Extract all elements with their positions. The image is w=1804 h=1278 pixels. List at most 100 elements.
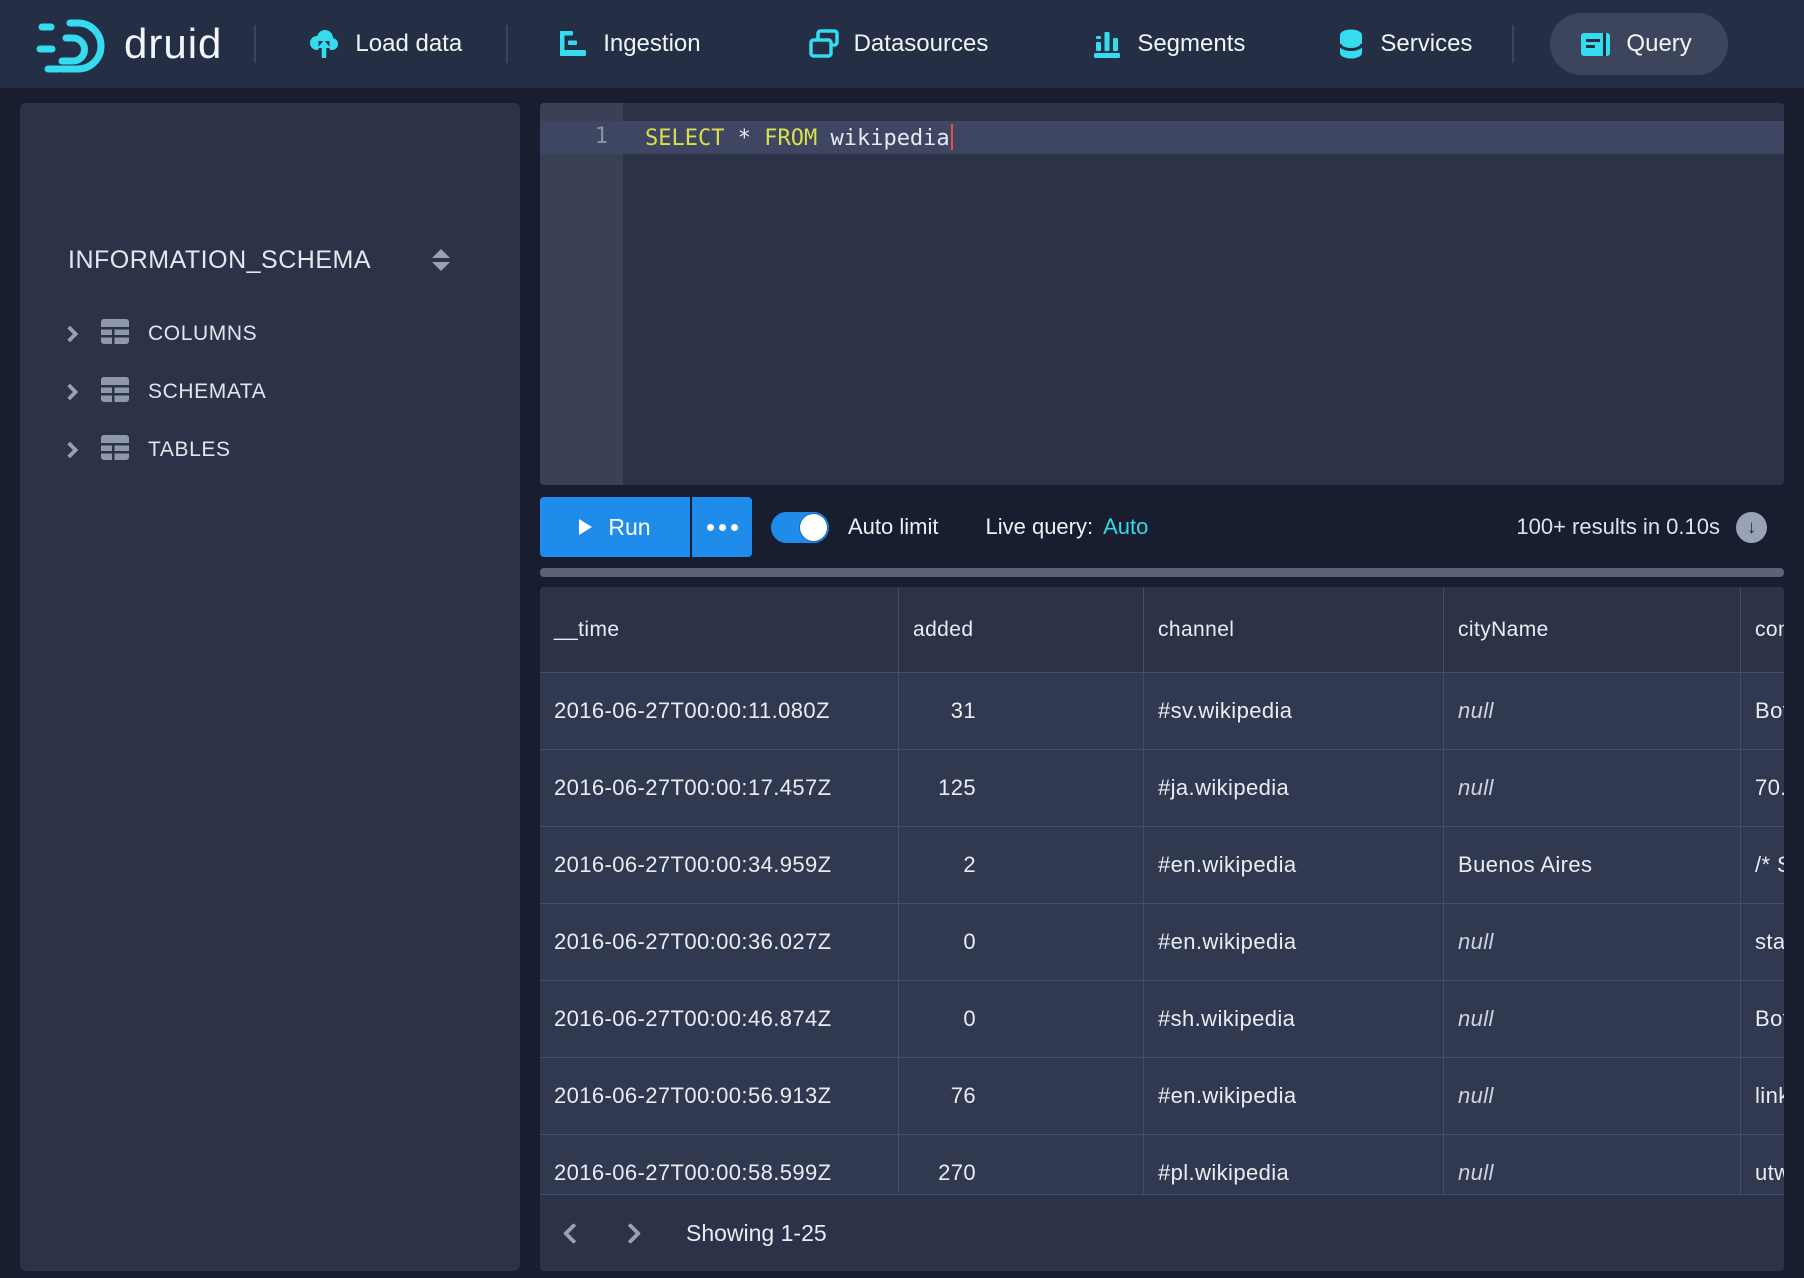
table-cell: 70.1 (1740, 750, 1784, 827)
tree-item-label: SCHEMATA (148, 380, 266, 404)
nav-item-segments[interactable]: Segments (1092, 29, 1245, 59)
table-row: 2016-06-27T00:00:36.027Z0#en.wikipedianu… (540, 904, 1784, 981)
druid-brand[interactable]: druid (36, 15, 222, 73)
previous-page-icon[interactable] (563, 1222, 584, 1243)
live-query-value[interactable]: Auto (1103, 514, 1148, 540)
table-cell: /* S (1740, 827, 1784, 904)
column-header[interactable]: comment (1740, 587, 1784, 673)
nav-item-label: Services (1380, 30, 1472, 58)
stacked-layers-icon (809, 29, 839, 59)
table-row: 2016-06-27T00:00:46.874Z0#sh.wikipedianu… (540, 981, 1784, 1058)
database-icon (1337, 28, 1365, 60)
sql-editor: 1 SELECT * FROM wikipedia (540, 103, 1784, 485)
table-cell: 2016-06-27T00:00:56.913Z (540, 1058, 898, 1135)
text-cursor (951, 124, 953, 150)
table-cell: #en.wikipedia (1143, 827, 1443, 904)
table-icon (100, 318, 130, 350)
table-cell: #en.wikipedia (1143, 1058, 1443, 1135)
table-icon (100, 376, 130, 408)
nav-item-query[interactable]: Query (1550, 13, 1727, 75)
more-icon (731, 524, 738, 531)
nav-item-load-data[interactable]: Load data (308, 28, 462, 60)
run-more-options-button[interactable] (692, 497, 752, 557)
table-cell: stat (1740, 904, 1784, 981)
table-cell: 76 (898, 1058, 1143, 1135)
nav-item-datasources[interactable]: Datasources (809, 29, 989, 59)
table-cell: 2016-06-27T00:00:46.874Z (540, 981, 898, 1058)
table-cell: #ja.wikipedia (1143, 750, 1443, 827)
chevron-right-icon (62, 384, 79, 401)
navbar-separator (254, 25, 256, 63)
nav-item-ingestion[interactable]: Ingestion (558, 29, 700, 59)
table-cell: 2 (898, 827, 1143, 904)
table-header-row: __timeaddedchannelcityNamecomment (540, 587, 1784, 673)
auto-limit-toggle[interactable] (771, 512, 829, 543)
table-cell: Bot (1740, 981, 1784, 1058)
table-cell: link (1740, 1058, 1784, 1135)
tree-item-label: TABLES (148, 438, 231, 462)
navbar-separator (506, 25, 508, 63)
table-cell: null (1443, 750, 1740, 827)
sql-text: SELECT * FROM wikipedia (645, 124, 953, 151)
column-header[interactable]: cityName (1443, 587, 1740, 673)
table-cell: null (1443, 673, 1740, 750)
results-table: __timeaddedchannelcityNamecomment2016-06… (540, 587, 1784, 1271)
tree-item-schemata[interactable]: SCHEMATA (20, 363, 520, 421)
download-results-button[interactable]: ↓ (1736, 512, 1767, 543)
table-cell: null (1443, 1058, 1740, 1135)
nav-item-label: Ingestion (603, 30, 700, 58)
column-header[interactable]: channel (1143, 587, 1443, 673)
table-cell: 2016-06-27T00:00:11.080Z (540, 673, 898, 750)
table-cell: 2016-06-27T00:00:36.027Z (540, 904, 898, 981)
table-icon (100, 434, 130, 466)
resize-handle[interactable] (540, 568, 1784, 577)
more-icon (719, 524, 726, 531)
sort-caret-icon[interactable] (432, 249, 450, 271)
table-cell: null (1443, 981, 1740, 1058)
column-header[interactable]: added (898, 587, 1143, 673)
next-page-icon[interactable] (620, 1222, 641, 1243)
navbar-separator (1512, 25, 1514, 63)
schema-tree: COLUMNS SCHEMATA (20, 305, 520, 479)
nav-item-label: Load data (355, 30, 462, 58)
schema-sidebar: INFORMATION_SCHEMA COLUMNS (20, 103, 520, 1271)
nav-item-label: Datasources (854, 30, 989, 58)
toggle-knob (800, 514, 827, 541)
cloud-upload-icon (308, 28, 340, 60)
more-icon (707, 524, 714, 531)
bar-chart-icon (1092, 29, 1122, 59)
table-row: 2016-06-27T00:00:34.959Z2#en.wikipediaBu… (540, 827, 1784, 904)
table-row: 2016-06-27T00:00:11.080Z31#sv.wikipedian… (540, 673, 1784, 750)
gantt-chart-icon (558, 29, 588, 59)
pagination-label: Showing 1-25 (686, 1220, 827, 1247)
schema-header: INFORMATION_SCHEMA (20, 103, 520, 203)
auto-limit-label: Auto limit (848, 514, 938, 540)
druid-console: druid Load data (0, 0, 1804, 1278)
column-header[interactable]: __time (540, 587, 898, 673)
tree-item-columns[interactable]: COLUMNS (20, 305, 520, 363)
query-toolbar: Run Auto limit Live query: Auto 100+ res… (540, 497, 1784, 557)
tree-item-tables[interactable]: TABLES (20, 421, 520, 479)
table-cell: 0 (898, 904, 1143, 981)
table-cell: 31 (898, 673, 1143, 750)
schema-title: INFORMATION_SCHEMA (68, 246, 371, 275)
table-cell: Bot (1740, 673, 1784, 750)
table-cell: 2016-06-27T00:00:17.457Z (540, 750, 898, 827)
navbar: druid Load data (0, 0, 1804, 88)
table-cell: #sh.wikipedia (1143, 981, 1443, 1058)
line-number: 1 (540, 124, 608, 149)
chevron-right-icon (62, 326, 79, 343)
table-cell: Buenos Aires (1443, 827, 1740, 904)
brand-wordmark: druid (124, 20, 222, 68)
table-row: 2016-06-27T00:00:17.457Z125#ja.wikipedia… (540, 750, 1784, 827)
nav-item-services[interactable]: Services (1337, 28, 1472, 60)
chevron-right-icon (62, 442, 79, 459)
table-cell: null (1443, 904, 1740, 981)
sql-code-area[interactable]: 1 SELECT * FROM wikipedia (540, 103, 1784, 485)
table-row: 2016-06-27T00:00:56.913Z76#en.wikipedian… (540, 1058, 1784, 1135)
run-button[interactable]: Run (540, 497, 690, 557)
nav-item-label: Query (1626, 30, 1691, 58)
download-icon: ↓ (1747, 518, 1757, 537)
console-icon (1580, 31, 1611, 58)
play-icon (579, 519, 592, 535)
